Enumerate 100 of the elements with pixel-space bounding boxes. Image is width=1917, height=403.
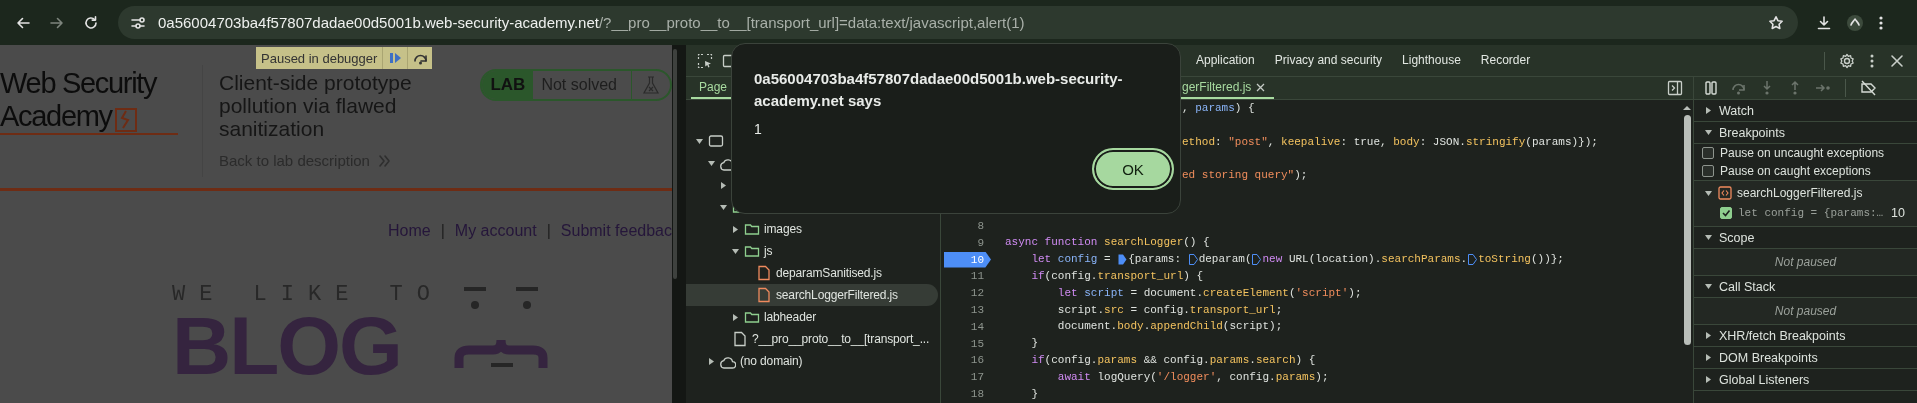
disclosure-triangle-icon[interactable] [1704,375,1713,384]
scroll-up-icon[interactable] [1682,104,1692,111]
disclosure-triangle-icon[interactable] [731,246,740,256]
section-header[interactable]: DOM Breakpoints [1694,347,1917,369]
line-number[interactable]: 15 [944,335,991,352]
tree-item[interactable]: deparamSanitised.js [686,262,938,284]
checkbox-label: Pause on caught exceptions [1720,164,1871,178]
inline-breakpoint-icon[interactable] [1252,254,1262,266]
code-text: {params: [1128,252,1183,268]
tree-item[interactable]: labheader [686,306,938,328]
code-text: deparam( [1198,252,1252,268]
code-text: toString())}; [1478,252,1564,268]
inline-breakpoint-icon[interactable] [1118,254,1128,266]
code-text: new URL(location).searchParams. [1262,252,1468,268]
more-options-icon[interactable] [1869,52,1875,69]
script-file-icon [1718,186,1732,200]
status-message: Not paused [1694,298,1917,325]
download-icon[interactable] [1816,14,1832,31]
breakpoint-file-name: searchLoggerFiltered.js [1737,186,1863,200]
status-message: Not paused [1694,249,1917,276]
tree-item[interactable]: images [686,218,938,240]
reload-icon[interactable] [83,14,99,31]
frame-icon [708,133,724,149]
folder-icon [744,309,760,325]
disclosure-triangle-icon[interactable] [1704,233,1713,242]
section-header[interactable]: XHR/fetch Breakpoints [1694,325,1917,347]
dialog-title: 0a56004703ba4f57807dadae00d5001b.web-security-academy.net says [754,69,1124,111]
settings-icon[interactable] [1839,52,1855,69]
breakpoint-line: 10 [1891,205,1905,220]
lab-label: LAB [482,71,534,99]
code-text: script.src = config.transport_url; [1056,302,1283,318]
tree-item[interactable]: js [686,240,938,262]
resume-icon[interactable] [388,51,403,65]
code-text: , params) { [1182,101,1255,116]
checkbox[interactable] [1702,165,1714,177]
address-bar[interactable]: 0a56004703ba4f57807dadae00d5001b.web-security-academy.net/?__pro__proto__to__[transport_url]=data:text/javascript,alert(1) [118,6,1798,39]
disclosure-triangle-icon[interactable] [1704,188,1713,198]
section-header[interactable]: Global Listeners [1694,369,1917,391]
close-icon[interactable] [1255,81,1267,93]
folder-icon [744,221,760,237]
file-icon [732,331,748,347]
disclosure-triangle-icon[interactable] [1704,128,1713,137]
inspect-icon[interactable] [697,52,713,69]
disclosure-triangle-icon[interactable] [731,224,740,234]
tree-item[interactable]: ?__pro__proto__to__[transport_... [686,328,938,350]
devtools-tab[interactable]: Application [1186,45,1265,76]
code-text: if(config.params && config.params.search) { [1030,352,1316,368]
tree-item[interactable]: (no domain) [686,350,938,372]
nav-separator: | [546,221,551,241]
code-text: let config = [1030,252,1112,268]
close-icon[interactable] [1889,52,1905,69]
disclosure-triangle-icon[interactable] [695,136,704,146]
disclosure-triangle-icon[interactable] [1704,282,1713,291]
line-number[interactable]: 14 [944,318,991,335]
devtools-tab[interactable]: Recorder [1470,45,1541,76]
tree-item[interactable]: searchLoggerFiltered.js [686,284,938,306]
disclosure-triangle-icon[interactable] [1704,106,1713,115]
code-text: async function searchLogger() { [1005,235,1210,251]
checkbox[interactable] [1720,206,1732,219]
line-number[interactable]: 16 [944,352,991,369]
deactivate-breakpoints-icon[interactable] [1860,80,1876,96]
disclosure-triangle-icon[interactable] [707,158,716,168]
disclosure-triangle-icon[interactable] [1704,353,1713,362]
pause-icon[interactable] [1703,80,1719,96]
checkbox[interactable] [1702,147,1714,159]
inline-breakpoint-icon[interactable] [1188,254,1198,266]
code-text: document.body.appendChild(script); [1056,319,1283,335]
code-text: } [1030,386,1038,402]
devtools-tab[interactable]: Privacy and security [1264,45,1393,76]
line-number[interactable]: 18 [944,385,991,402]
url-text: 0a56004703ba4f57807dadae00d5001b.web-security-academy.net/?__pro__proto__to__[transport_url]=data:text/javascript,alert(1) [158,14,1026,31]
disclosure-triangle-icon[interactable] [719,202,728,212]
section-header[interactable]: Watch [1694,100,1917,122]
line-number[interactable]: 9 [944,234,991,251]
flask-icon [641,75,661,95]
line-number[interactable]: 8 [944,217,991,234]
line-number[interactable]: 13 [944,301,991,318]
file-icon [756,287,772,303]
code-text: if(config.transport_url) { [1030,268,1204,284]
menu-icon[interactable] [1878,14,1884,31]
code-text: await logQuery('/logger', config.params); [1056,369,1329,385]
disclosure-triangle-icon[interactable] [719,180,728,190]
line-number[interactable]: 11 [944,268,991,285]
breakpoint-code: let config = {params:… [1738,206,1884,219]
disclosure-triangle-icon[interactable] [731,312,740,322]
file-icon [756,265,772,281]
sidebar-toggle-icon[interactable] [1667,80,1683,96]
logo-text: Web Security [0,67,157,100]
paused-label: Paused in debugger [260,49,379,68]
line-number[interactable]: 12 [944,285,991,302]
devtools-tab[interactable]: Lighthouse [1392,45,1471,76]
profile-icon[interactable] [1846,13,1864,32]
ok-button[interactable]: OK [1092,148,1174,190]
disclosure-triangle-icon[interactable] [707,356,716,366]
inline-breakpoint-icon[interactable] [1468,254,1478,266]
star-icon[interactable] [1768,14,1784,31]
line-number[interactable]: 17 [944,369,991,386]
disclosure-triangle-icon[interactable] [1704,331,1713,340]
tune-icon[interactable] [130,14,146,31]
section-header[interactable]: Breakpoints [1694,122,1917,144]
